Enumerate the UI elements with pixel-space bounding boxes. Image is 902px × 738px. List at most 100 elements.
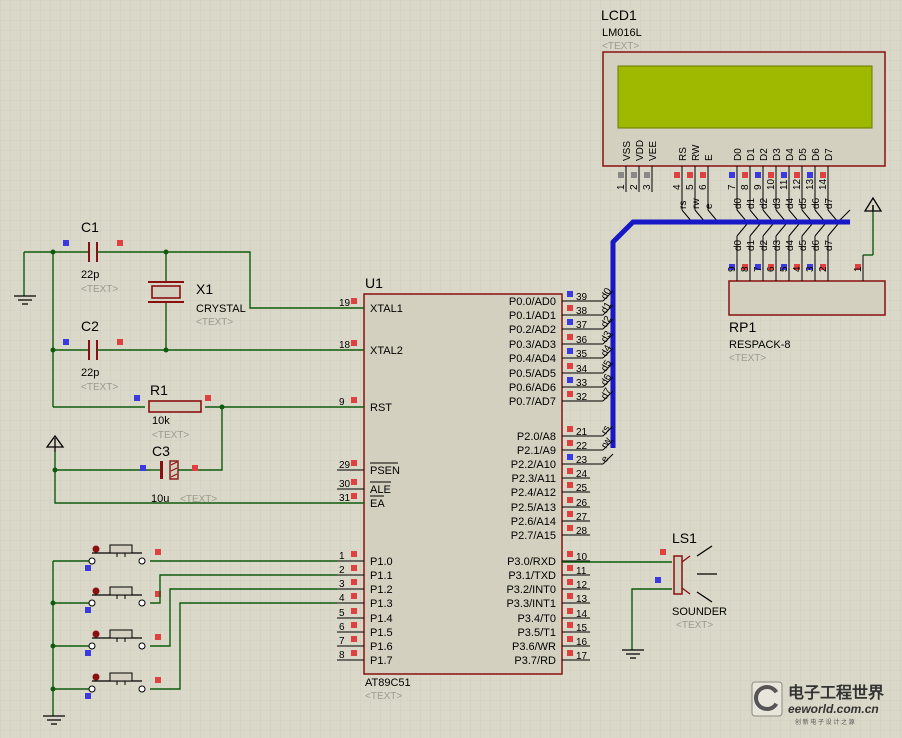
ls1-part: SOUNDER	[672, 606, 727, 618]
pin-marker	[351, 579, 357, 585]
pin-marker	[567, 440, 573, 446]
x1-ref: X1	[196, 281, 213, 297]
rp1-part: RESPACK-8	[729, 339, 791, 351]
lcd-net-label: d6	[811, 197, 822, 209]
lcd-pin-number: 9	[753, 184, 764, 190]
u1-pin-label: P1.7	[370, 655, 393, 667]
c1-ref: C1	[81, 219, 99, 235]
lcd-pin-number: 14	[818, 178, 829, 190]
u1-pin-number: 4	[339, 593, 345, 604]
c2-tag: <TEXT>	[81, 382, 118, 393]
u1-pin-number: 33	[576, 378, 588, 389]
lcd-ref: LCD1	[601, 7, 637, 23]
u1-pin-label: XTAL1	[370, 303, 403, 315]
ls1-ref: LS1	[672, 530, 697, 546]
pin-marker	[567, 291, 573, 297]
r1-ref: R1	[150, 382, 168, 398]
rp1-pin-number: 8	[740, 266, 751, 272]
r1-value: 10k	[152, 415, 170, 427]
lcd-pin-label: RW	[691, 144, 702, 161]
lcd-net-label: e	[704, 203, 715, 209]
pin-marker	[351, 298, 357, 304]
lcd-pin-label: D4	[785, 148, 796, 161]
lcd-tag: <TEXT>	[602, 41, 639, 52]
u1-pin-label: P0.0/AD0	[509, 296, 556, 308]
pin-marker	[631, 172, 637, 178]
lcd-pin-label: D7	[824, 148, 835, 161]
pin-marker	[755, 172, 761, 178]
u1-ref: U1	[365, 275, 383, 291]
pin-marker	[567, 305, 573, 311]
pin-marker	[674, 172, 680, 178]
pin-marker	[351, 622, 357, 628]
pin-marker	[567, 377, 573, 383]
rp1-net-label: d1	[746, 239, 757, 251]
u1-pin-number: 12	[576, 580, 588, 591]
lcd-net-label: d1	[746, 197, 757, 209]
u1-pin-number: 16	[576, 637, 588, 648]
rp1-pin-number: 7	[753, 266, 764, 272]
u1-pin-number: 36	[576, 335, 588, 346]
pin-marker	[567, 525, 573, 531]
rp1-net-label: d7	[824, 239, 835, 251]
u1-pin-number: 3	[339, 579, 345, 590]
u1-pin-label: P0.1/AD1	[509, 310, 556, 322]
u1-pin-number: 23	[576, 455, 588, 466]
pin-marker	[351, 593, 357, 599]
u1-pin-number: 32	[576, 392, 588, 403]
pin-marker	[820, 172, 826, 178]
pin-marker	[567, 511, 573, 517]
eeworld-logo-icon	[751, 681, 783, 717]
u1-pin-label: P0.2/AD2	[509, 324, 556, 336]
lcd-pin-label: D1	[746, 148, 757, 161]
u1-pin-number: 25	[576, 483, 588, 494]
lcd-net-label: d3	[772, 197, 783, 209]
pin-marker	[351, 565, 357, 571]
rp1-ref: RP1	[729, 319, 756, 335]
u1-pin-label: P1.0	[370, 556, 393, 568]
c2-value: 22p	[81, 367, 99, 379]
pin-marker	[85, 650, 91, 656]
pin-marker	[807, 172, 813, 178]
pin-marker	[567, 468, 573, 474]
pin-marker	[742, 172, 748, 178]
pin-marker	[155, 634, 161, 640]
watermark-slogan: 创 新 电 子 设 计 之 源	[795, 718, 855, 726]
lcd-pin-number: 12	[792, 178, 803, 190]
u1-pin-number: 30	[339, 479, 351, 490]
u1-pin-number: 2	[339, 565, 345, 576]
lcd-pin-number: 13	[805, 178, 816, 190]
u1-pin-label: P0.7/AD7	[509, 396, 556, 408]
u1-pin-number: 13	[576, 594, 588, 605]
u1-pin-label: P1.5	[370, 627, 393, 639]
u1-pin-label: P0.6/AD6	[509, 382, 556, 394]
u1-pin-label: P3.2/INT0	[506, 584, 556, 596]
lcd-net-label: d5	[798, 197, 809, 209]
c3-ref: C3	[152, 443, 170, 459]
pin-marker	[567, 319, 573, 325]
c3-tag: <TEXT>	[180, 494, 217, 505]
pin-marker	[729, 172, 735, 178]
u1-pin-label: P2.6/A14	[511, 516, 556, 528]
pin-marker	[567, 497, 573, 503]
u1-pin-number: 8	[339, 650, 345, 661]
u1-tag: <TEXT>	[365, 691, 402, 702]
lcd-pin-label: RS	[678, 147, 689, 161]
lcd-pin-number: 3	[642, 184, 653, 190]
u1-pin-number: 24	[576, 469, 588, 480]
x1-value: CRYSTAL	[196, 303, 246, 315]
pin-marker	[567, 622, 573, 628]
u1-pin-number: 7	[339, 636, 345, 647]
lcd-pin-number: 1	[616, 184, 627, 190]
r1-tag: <TEXT>	[152, 430, 189, 441]
lcd-pin-label: VDD	[635, 140, 646, 161]
u1-pin-label: P3.5/T1	[517, 627, 556, 639]
u1-pin-number: 14	[576, 609, 588, 620]
lcd-pin-number: 7	[727, 184, 738, 190]
lcd-pin-label: VEE	[648, 141, 659, 161]
pin-marker	[567, 391, 573, 397]
watermark-cn: 电子工程世界	[788, 683, 884, 702]
lcd-net-label: rw	[691, 198, 702, 209]
u1-pin-label: P3.1/TXD	[508, 570, 556, 582]
u1-pin-label: P1.2	[370, 584, 393, 596]
